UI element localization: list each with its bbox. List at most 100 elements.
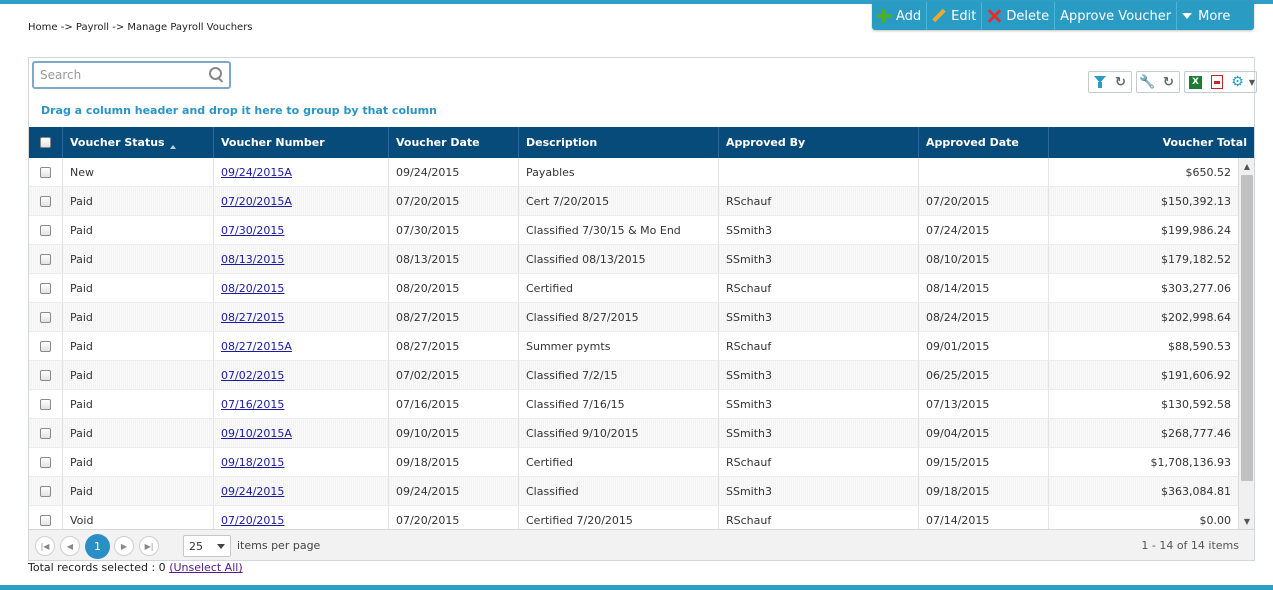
row-select-checkbox[interactable] bbox=[40, 282, 51, 294]
cell-voucher-total: $202,998.64 bbox=[1049, 303, 1238, 331]
voucher-number-link[interactable]: 07/30/2015 bbox=[221, 224, 284, 237]
next-page-button[interactable]: ▶ bbox=[114, 536, 134, 556]
header-description[interactable]: Description bbox=[519, 127, 719, 158]
table-row[interactable]: Paid 07/02/2015 07/02/2015 Classified 7/2/1… bbox=[29, 361, 1238, 390]
total-selected-text: Total records selected : 0 bbox=[28, 561, 166, 574]
cell-voucher-status: Paid bbox=[63, 274, 214, 302]
scroll-down-icon[interactable]: ▼ bbox=[1239, 513, 1255, 529]
export-excel-button[interactable]: X bbox=[1185, 72, 1206, 92]
reset-settings-button[interactable]: ↻ bbox=[1158, 72, 1179, 92]
row-select-checkbox[interactable] bbox=[40, 195, 51, 207]
row-select-checkbox[interactable] bbox=[40, 224, 51, 236]
approve-voucher-button[interactable]: Approve Voucher bbox=[1055, 2, 1178, 30]
table-row[interactable]: Paid 09/24/2015 09/24/2015 Classified SSmith… bbox=[29, 477, 1238, 506]
table-row[interactable]: Paid 07/16/2015 07/16/2015 Classified 7/16/… bbox=[29, 390, 1238, 419]
group-by-drop-zone[interactable]: Drag a column header and drop it here to… bbox=[41, 104, 437, 117]
header-voucher-date[interactable]: Voucher Date bbox=[389, 127, 519, 158]
grid-options-dropdown[interactable]: ▼ bbox=[1248, 72, 1256, 92]
grid-header: Voucher Status Voucher Number Voucher Da… bbox=[29, 127, 1254, 158]
row-select-checkbox[interactable] bbox=[40, 340, 51, 352]
cell-voucher-total-text: $303,277.06 bbox=[1161, 281, 1231, 295]
table-row[interactable]: Paid 09/10/2015A 09/10/2015 Classified 9/10… bbox=[29, 419, 1238, 448]
unselect-all-link[interactable]: (Unselect All) bbox=[169, 561, 242, 574]
row-select-checkbox[interactable] bbox=[40, 166, 51, 178]
voucher-number-link[interactable]: 08/20/2015 bbox=[221, 282, 284, 295]
voucher-number-link[interactable]: 08/27/2015A bbox=[221, 340, 292, 353]
header-voucher-number[interactable]: Voucher Number bbox=[214, 127, 389, 158]
header-approved-date[interactable]: Approved Date bbox=[919, 127, 1049, 158]
table-row[interactable]: Paid 09/18/2015 09/18/2015 Certified RSchauf… bbox=[29, 448, 1238, 477]
voucher-number-link[interactable]: 07/20/2015 bbox=[221, 514, 284, 527]
filter-button[interactable] bbox=[1089, 72, 1110, 92]
delete-button[interactable]: Delete bbox=[982, 2, 1056, 30]
cell-description-text: Classified 8/27/2015 bbox=[526, 310, 639, 324]
voucher-number-link[interactable]: 09/24/2015 bbox=[221, 485, 284, 498]
row-select-checkbox[interactable] bbox=[40, 514, 51, 526]
table-row[interactable]: Paid 07/20/2015A 07/20/2015 Cert 7/20/2015 R… bbox=[29, 187, 1238, 216]
add-button[interactable]: Add bbox=[872, 2, 928, 30]
last-page-button[interactable]: ▶| bbox=[139, 536, 159, 556]
edit-button[interactable]: Edit bbox=[927, 2, 983, 30]
cell-description: Classified bbox=[519, 477, 719, 505]
row-select-checkbox[interactable] bbox=[40, 253, 51, 265]
cell-voucher-total: $191,606.92 bbox=[1049, 361, 1238, 389]
first-page-button[interactable]: |◀ bbox=[35, 536, 55, 556]
page-size-select[interactable]: 25 bbox=[183, 535, 231, 557]
voucher-number-link[interactable]: 09/24/2015A bbox=[221, 166, 292, 179]
search-input[interactable] bbox=[38, 66, 206, 84]
row-select-checkbox[interactable] bbox=[40, 456, 51, 468]
cell-voucher-total-text: $130,592.58 bbox=[1161, 397, 1231, 411]
cell-voucher-date-text: 08/27/2015 bbox=[396, 310, 460, 324]
search-icon[interactable] bbox=[209, 67, 225, 83]
cell-approved-date-text: 06/25/2015 bbox=[926, 368, 990, 382]
table-row[interactable]: New 09/24/2015A 09/24/2015 Payables $650.52 bbox=[29, 158, 1238, 187]
voucher-number-link[interactable]: 07/20/2015A bbox=[221, 195, 292, 208]
cell-voucher-total-text: $199,986.24 bbox=[1161, 223, 1231, 237]
voucher-number-link[interactable]: 09/18/2015 bbox=[221, 456, 284, 469]
table-row[interactable]: Void 07/20/2015 07/20/2015 Certified 7/20/2… bbox=[29, 506, 1238, 529]
export-pdf-button[interactable] bbox=[1206, 72, 1227, 92]
current-page-button[interactable]: 1 bbox=[85, 534, 110, 559]
row-select-checkbox[interactable] bbox=[40, 311, 51, 323]
cell-voucher-date: 08/27/2015 bbox=[389, 332, 519, 360]
clear-filter-button[interactable]: ↻ bbox=[1110, 72, 1131, 92]
scroll-up-icon[interactable]: ▲ bbox=[1239, 158, 1255, 174]
table-row[interactable]: Paid 08/13/2015 08/13/2015 Classified 08/13… bbox=[29, 245, 1238, 274]
prev-page-button[interactable]: ◀ bbox=[60, 536, 80, 556]
voucher-number-link[interactable]: 07/16/2015 bbox=[221, 398, 284, 411]
voucher-number-link[interactable]: 09/10/2015A bbox=[221, 427, 292, 440]
table-row[interactable]: Paid 08/27/2015 08/27/2015 Classified 8/27/… bbox=[29, 303, 1238, 332]
grid-options-button[interactable]: ⚙ bbox=[1227, 72, 1248, 92]
more-button[interactable]: More bbox=[1177, 2, 1235, 30]
header-voucher-total-label: Voucher Total bbox=[1162, 136, 1247, 149]
cell-voucher-date: 08/13/2015 bbox=[389, 245, 519, 273]
voucher-number-link[interactable]: 08/13/2015 bbox=[221, 253, 284, 266]
cell-approved-date: 06/25/2015 bbox=[919, 361, 1049, 389]
cell-description-text: Classified 7/2/15 bbox=[526, 368, 618, 382]
scroll-thumb[interactable] bbox=[1241, 175, 1253, 481]
select-all-checkbox[interactable] bbox=[40, 137, 51, 148]
grid-body: New 09/24/2015A 09/24/2015 Payables $650.52 P… bbox=[29, 158, 1238, 529]
column-settings-button[interactable]: 🔧 bbox=[1137, 72, 1158, 92]
cell-approved-by: RSchauf bbox=[719, 332, 919, 360]
cell-voucher-total: $199,986.24 bbox=[1049, 216, 1238, 244]
header-approved-by[interactable]: Approved By bbox=[719, 127, 919, 158]
table-row[interactable]: Paid 08/27/2015A 08/27/2015 Summer pymts RSc… bbox=[29, 332, 1238, 361]
table-row[interactable]: Paid 08/20/2015 08/20/2015 Certified RSchauf… bbox=[29, 274, 1238, 303]
header-voucher-total[interactable]: Voucher Total bbox=[1049, 127, 1254, 158]
cell-approved-by-text: RSchauf bbox=[726, 455, 772, 469]
row-select-checkbox[interactable] bbox=[40, 427, 51, 439]
vertical-scrollbar[interactable]: ▲ ▼ bbox=[1238, 158, 1254, 529]
row-select-checkbox[interactable] bbox=[40, 485, 51, 497]
voucher-number-link[interactable]: 08/27/2015 bbox=[221, 311, 284, 324]
cell-voucher-status: New bbox=[63, 158, 214, 186]
cell-voucher-number: 08/27/2015A bbox=[214, 332, 389, 360]
table-row[interactable]: Paid 07/30/2015 07/30/2015 Classified 7/30/… bbox=[29, 216, 1238, 245]
cell-voucher-date-text: 07/20/2015 bbox=[396, 513, 460, 527]
cell-voucher-date-text: 08/13/2015 bbox=[396, 252, 460, 266]
row-select-checkbox[interactable] bbox=[40, 369, 51, 381]
voucher-number-link[interactable]: 07/02/2015 bbox=[221, 369, 284, 382]
row-select-checkbox[interactable] bbox=[40, 398, 51, 410]
header-voucher-status[interactable]: Voucher Status bbox=[63, 127, 214, 158]
cell-voucher-date-text: 09/10/2015 bbox=[396, 426, 460, 440]
